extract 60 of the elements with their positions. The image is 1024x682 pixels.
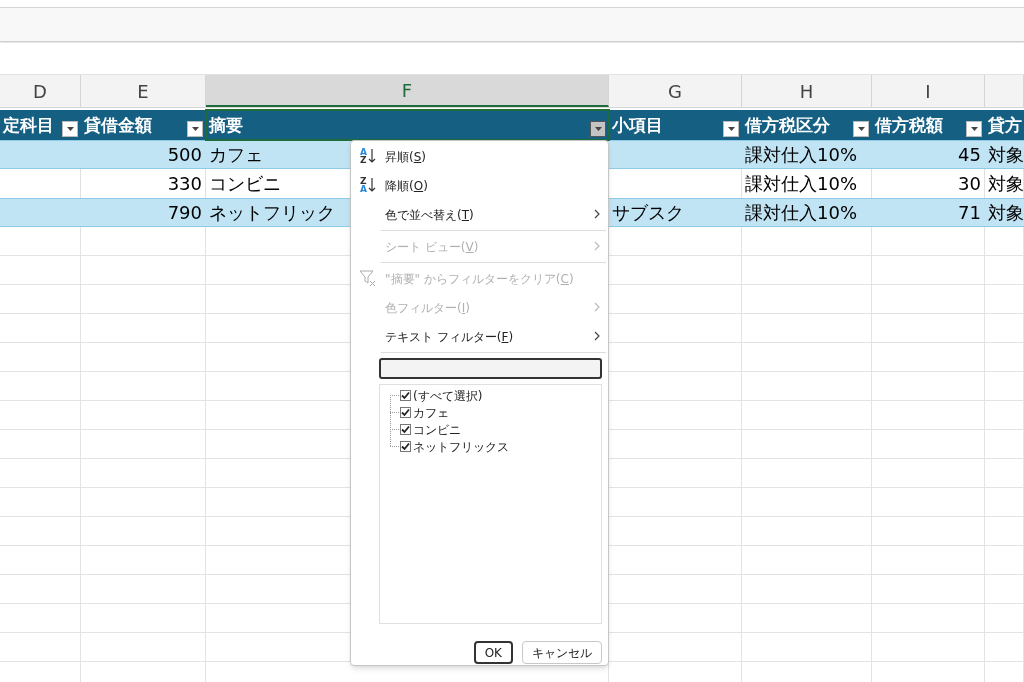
checkbox[interactable] (400, 424, 411, 435)
dropdown-icon (66, 127, 74, 131)
table-cell-text: 課対仕入10% (745, 172, 857, 196)
table-cell-text: 330 (167, 172, 202, 196)
table-cell-text: 30 (958, 172, 981, 196)
filter-dropdown-button[interactable] (62, 121, 78, 137)
list-item-label[interactable]: コンビニ (413, 420, 461, 439)
table-header-cell-text: 貸借金額 (84, 114, 152, 137)
table-cell-text: 課対仕入10% (745, 201, 857, 225)
table-header-cell-text: 摘要 (209, 114, 243, 137)
dropdown-icon (727, 127, 735, 131)
filter-dropdown-button[interactable] (723, 121, 739, 137)
column-header[interactable]: D (0, 75, 81, 107)
menu-item[interactable]: 色で並べ替え(T) (351, 200, 608, 229)
table-cell-text: 790 (167, 201, 202, 225)
checkbox[interactable] (400, 441, 411, 452)
column-header[interactable]: I (872, 75, 985, 107)
chevron-right-icon (594, 209, 600, 219)
checkbox[interactable] (400, 407, 411, 418)
dropdown-icon (594, 127, 602, 131)
table-cell-text: 45 (958, 143, 981, 167)
table-cell-text: 課対仕入10% (745, 143, 857, 167)
table-header-cell-text: 小項目 (612, 114, 663, 137)
table-header-cell-text: 借方税額 (875, 114, 943, 137)
list-item-label[interactable]: ネットフリックス (413, 437, 509, 456)
search-field[interactable] (379, 358, 602, 379)
table-cell-text: サブスク (612, 201, 684, 225)
column-header[interactable]: G (609, 75, 742, 107)
menu-item[interactable]: A Z 昇順(S) (351, 142, 608, 171)
dialog-button[interactable]: キャンセル (522, 641, 602, 664)
menu-item[interactable]: Z A 降順(O) (351, 171, 608, 200)
table-cell-text: 対象 (988, 201, 1023, 225)
menu-item[interactable]: テキスト フィルター(F) (351, 322, 608, 351)
table-cell-text: 対象 (988, 172, 1023, 196)
list-item-label[interactable]: カフェ (413, 403, 449, 422)
filter-dropdown-button[interactable] (966, 121, 982, 137)
table-cell-text: 500 (167, 143, 202, 167)
filter-dropdown-button[interactable] (187, 121, 203, 137)
dropdown-icon (191, 127, 199, 131)
table-cell-text: ネットフリック (209, 201, 335, 225)
table-header-cell-text: 借方税区分 (745, 114, 830, 137)
dropdown-icon (970, 127, 978, 131)
column-header[interactable]: F (206, 75, 609, 107)
table-header-cell-text: 貸方 (988, 114, 1022, 137)
filter-dropdown-button[interactable] (590, 121, 606, 137)
table-cell-text: 71 (958, 201, 981, 225)
chevron-right-icon (594, 241, 600, 251)
clear-filter-icon (359, 269, 377, 287)
filter-dropdown-button[interactable] (853, 121, 869, 137)
table-cell-text: カフェ (209, 143, 263, 167)
table-cell-text: 対象 (988, 143, 1023, 167)
chevron-right-icon (594, 331, 600, 341)
column-header[interactable]: H (742, 75, 872, 107)
table-cell-text: コンビニ (209, 172, 281, 196)
chevron-right-icon (594, 302, 600, 312)
list-item-label[interactable]: (すべて選択) (413, 386, 483, 405)
dropdown-icon (857, 127, 865, 131)
dialog-button[interactable]: OK (473, 641, 513, 664)
checkbox[interactable] (400, 390, 411, 401)
table-header-cell-text: 定科目 (3, 114, 54, 137)
